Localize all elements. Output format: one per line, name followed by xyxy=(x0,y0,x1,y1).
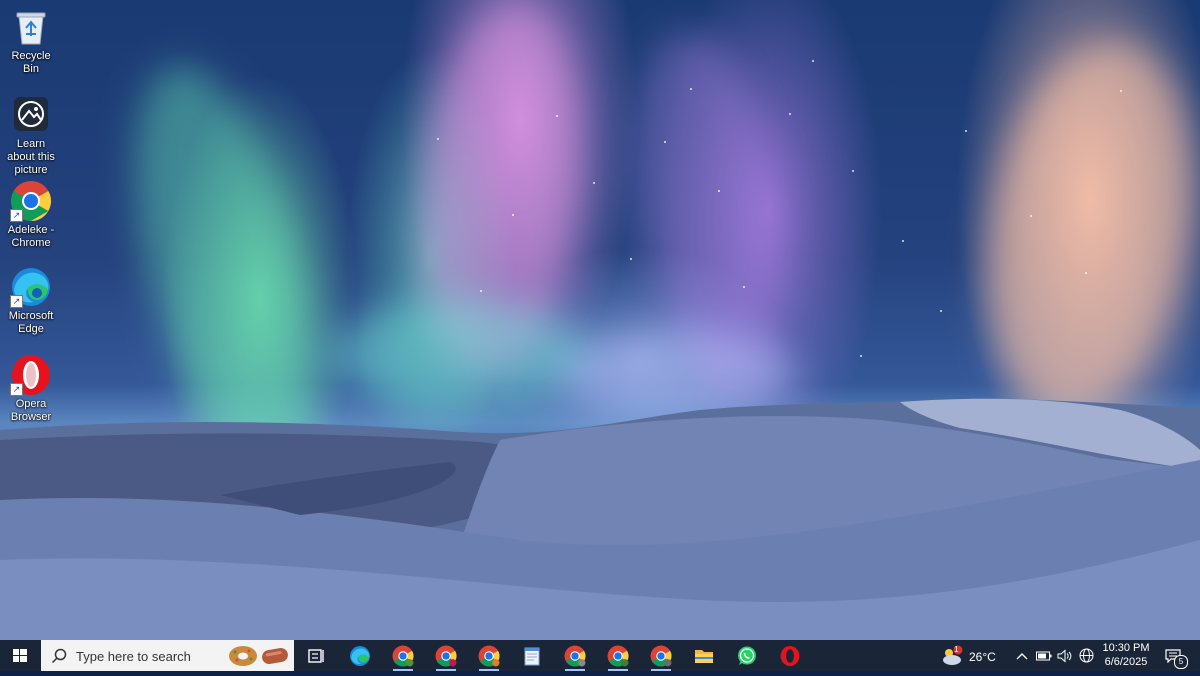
bagel-search-highlight-icon xyxy=(229,646,257,666)
chrome-icon xyxy=(392,645,414,667)
edge-desktop-shortcut[interactable]: ↗ Microsoft Edge xyxy=(2,266,60,336)
notepad-icon xyxy=(524,647,540,666)
chrome-icon xyxy=(478,645,500,667)
edge-icon: ↗ xyxy=(10,266,52,308)
taskbar-opera[interactable] xyxy=(770,640,810,671)
start-button[interactable] xyxy=(0,640,40,671)
learn-about-picture-label: Learn about this picture xyxy=(7,138,55,176)
recycle-bin-label: Recycle Bin xyxy=(11,50,51,75)
taskbar-whatsapp[interactable] xyxy=(727,640,767,671)
weather-alert-badge: 1 xyxy=(954,645,959,654)
chrome-icon xyxy=(564,645,586,667)
task-view-button[interactable] xyxy=(296,640,336,671)
weather-temperature[interactable]: 26°C xyxy=(969,650,996,664)
taskbar-search-box[interactable]: Type here to search xyxy=(41,640,294,671)
whatsapp-icon xyxy=(738,646,756,665)
opera-icon xyxy=(780,646,800,666)
chrome-icon: ↗ xyxy=(10,180,52,222)
search-placeholder: Type here to search xyxy=(76,649,191,664)
show-hidden-icons-button[interactable] xyxy=(1014,640,1030,671)
chrome-icon xyxy=(607,645,629,667)
taskbar-file-explorer[interactable] xyxy=(684,640,724,671)
shortcut-arrow-icon: ↗ xyxy=(10,295,23,308)
taskbar-chrome-3[interactable] xyxy=(469,640,509,671)
taskbar-chrome-1[interactable] xyxy=(383,640,423,671)
taskbar-edge[interactable] xyxy=(340,640,380,671)
windows-logo-icon xyxy=(13,649,27,662)
recycle-bin-icon-shortcut[interactable]: Recycle Bin xyxy=(2,6,60,76)
volume-button[interactable] xyxy=(1056,640,1074,671)
sausage-search-highlight-icon xyxy=(262,647,288,665)
opera-icon: ↗ xyxy=(10,354,52,396)
battery-status[interactable] xyxy=(1035,640,1053,671)
taskbar: Type here to search 1 26°C 10:30 PM 6/6/… xyxy=(0,640,1200,671)
chrome-desktop-shortcut[interactable]: ↗ Adeleke - Chrome xyxy=(2,180,60,250)
chrome-shortcut-label: Adeleke - Chrome xyxy=(7,224,55,249)
clock[interactable]: 10:30 PM 6/6/2025 xyxy=(1100,640,1152,671)
taskbar-chrome-5[interactable] xyxy=(598,640,638,671)
chrome-icon xyxy=(650,645,672,667)
speaker-icon xyxy=(1057,648,1072,663)
task-view-icon xyxy=(308,649,324,663)
opera-desktop-shortcut[interactable]: ↗ Opera Browser xyxy=(2,354,60,424)
weather-widget[interactable]: 1 xyxy=(938,640,966,671)
camera-info-icon xyxy=(10,94,52,136)
clock-time: 10:30 PM xyxy=(1102,642,1150,654)
taskbar-chrome-6[interactable] xyxy=(641,640,681,671)
notification-count-badge: 5 xyxy=(1174,655,1188,669)
weather-cloud-icon xyxy=(943,645,963,665)
edge-shortcut-label: Microsoft Edge xyxy=(8,310,54,335)
notification-center-button[interactable]: 5 xyxy=(1160,640,1188,671)
battery-icon xyxy=(1036,651,1052,660)
taskbar-chrome-2[interactable] xyxy=(426,640,466,671)
chrome-icon xyxy=(435,645,457,667)
edge-icon xyxy=(350,646,370,666)
folder-icon xyxy=(695,650,713,663)
globe-icon xyxy=(1079,648,1093,663)
desktop-wallpaper xyxy=(0,0,1200,640)
clock-date: 6/6/2025 xyxy=(1104,656,1148,668)
shortcut-arrow-icon: ↗ xyxy=(10,383,23,396)
search-icon xyxy=(51,648,67,664)
recycle-bin-icon xyxy=(10,6,52,48)
learn-about-picture-shortcut[interactable]: Learn about this picture xyxy=(2,94,60,177)
taskbar-chrome-4[interactable] xyxy=(555,640,595,671)
network-button[interactable] xyxy=(1077,640,1095,671)
taskbar-notepad[interactable] xyxy=(512,640,552,671)
chevron-up-icon xyxy=(1016,652,1028,659)
shortcut-arrow-icon: ↗ xyxy=(10,209,23,222)
opera-shortcut-label: Opera Browser xyxy=(10,398,52,423)
